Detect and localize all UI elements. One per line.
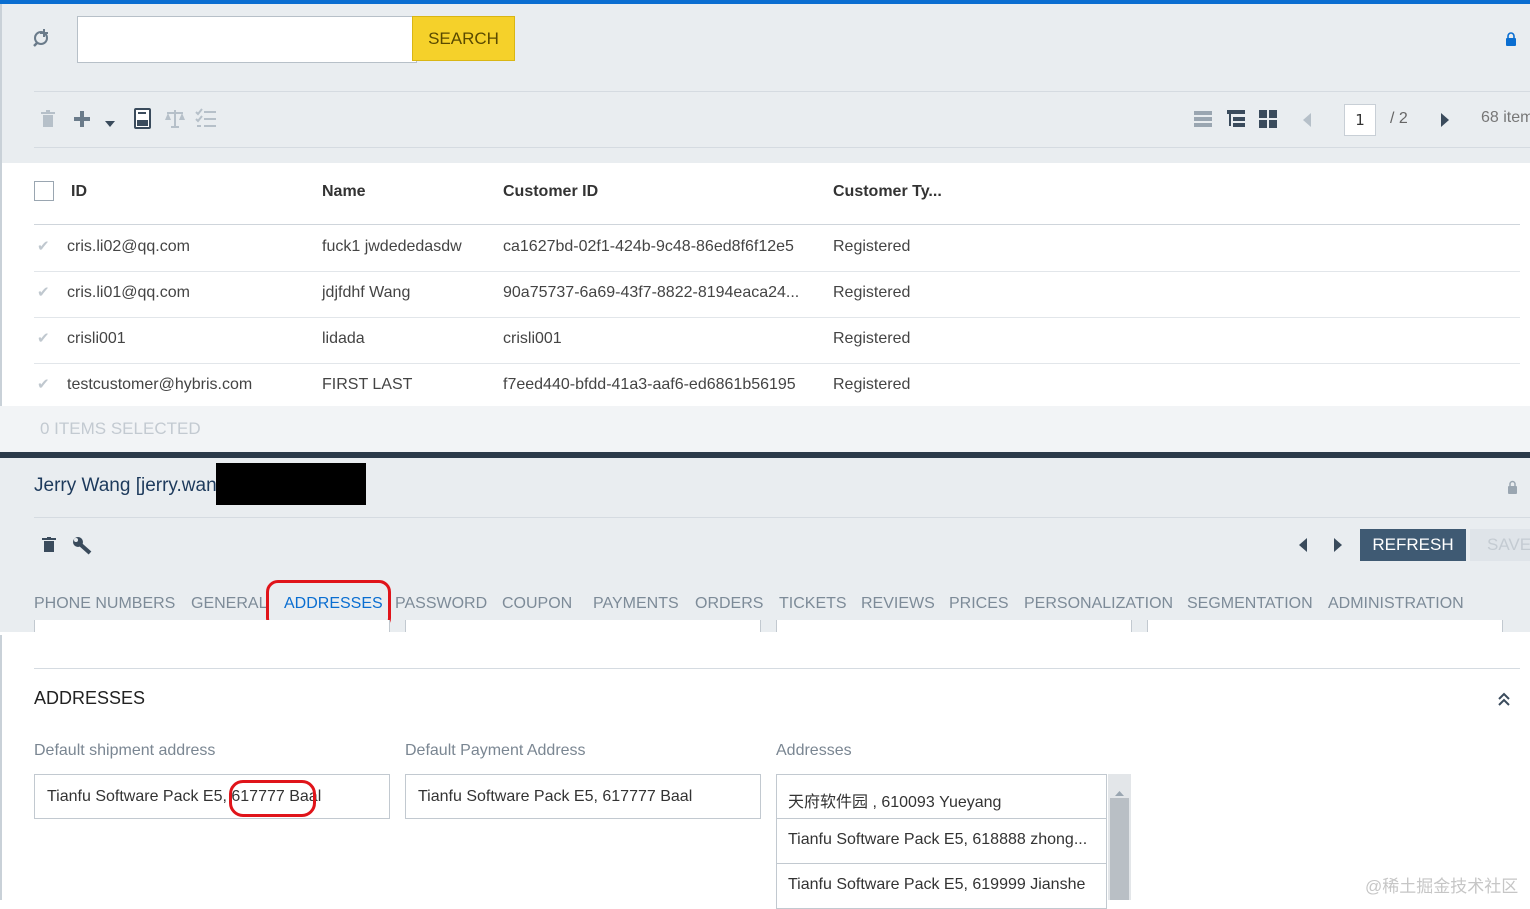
divider (34, 91, 1530, 92)
row-name: lidada (322, 330, 365, 347)
table-row[interactable]: ✔ cris.li01@qq.com jdjfdhf Wang 90a75737… (0, 271, 1530, 317)
tab-coupon[interactable]: COUPON (502, 595, 572, 613)
default-payment-value: Tianfu Software Pack E5, 617777 Baal (418, 788, 693, 805)
tab-general[interactable]: GENERAL (191, 595, 267, 613)
addresses-label: Addresses (776, 742, 852, 759)
items-count: 68 items (1481, 109, 1530, 126)
lock-icon (1505, 31, 1517, 50)
table-row[interactable]: ✔ cris.li02@qq.com fuck1 jwdededasdw ca1… (0, 225, 1530, 271)
save-button[interactable]: SAVE (1470, 529, 1530, 561)
search-input[interactable] (77, 16, 417, 63)
lock-icon (1507, 479, 1518, 498)
address-list-item[interactable]: Tianfu Software Pack E5, 618888 zhong... (776, 819, 1107, 864)
wrench-icon[interactable] (71, 535, 93, 559)
row-customer-id: 90a75737-6a69-43f7-8822-8194eaca24... (503, 284, 800, 301)
select-all-checkbox[interactable] (34, 181, 54, 201)
check-icon: ✔ (37, 375, 50, 393)
row-customer-id: ca1627bd-02f1-424b-9c48-86ed8f6f12e5 (503, 238, 794, 255)
prev-item-icon[interactable] (1298, 537, 1308, 557)
tab-payments[interactable]: PAYMENTS (593, 595, 679, 613)
row-type: Registered (833, 376, 911, 393)
tab-personalization[interactable]: PERSONALIZATION (1024, 595, 1173, 613)
column-header-name[interactable]: Name (322, 183, 366, 201)
grid-view-icon[interactable] (1258, 109, 1278, 133)
default-payment-field[interactable]: Tianfu Software Pack E5, 617777 Baal (405, 774, 761, 819)
collapse-icon[interactable] (1497, 692, 1511, 712)
selection-status-bar (0, 406, 1530, 452)
check-icon: ✔ (37, 283, 50, 301)
row-type: Registered (833, 330, 911, 347)
row-customer-id: f7eed440-bfdd-41a3-aaf6-ed6861b56195 (503, 376, 796, 393)
address-value: Tianfu Software Pack E5, 619999 Jianshe (788, 876, 1086, 893)
plus-icon[interactable] (72, 109, 92, 133)
table-row[interactable]: ✔ testcustomer@hybris.com FIRST LAST f7e… (0, 363, 1530, 406)
divider (34, 517, 1530, 518)
checklist-icon[interactable] (195, 108, 217, 134)
address-scrollbar[interactable] (1108, 774, 1131, 900)
next-page-icon[interactable] (1440, 112, 1450, 132)
column-header-customer-type[interactable]: Customer Ty... (833, 183, 942, 201)
selection-status: 0 ITEMS SELECTED (40, 419, 201, 438)
default-shipment-label: Default shipment address (34, 742, 216, 759)
advanced-search-icon[interactable] (31, 27, 55, 51)
scroll-thumb[interactable] (1110, 798, 1129, 900)
refresh-button[interactable]: REFRESH (1360, 529, 1466, 561)
compare-icon[interactable] (164, 109, 186, 133)
tab-orders[interactable]: ORDERS (695, 595, 763, 613)
check-icon: ✔ (37, 329, 50, 347)
section-title: ADDRESSES (34, 688, 146, 708)
watermark: @稀土掘金技术社区 (1365, 877, 1519, 896)
tab-tickets[interactable]: TICKETS (779, 595, 847, 613)
check-icon: ✔ (37, 237, 50, 255)
editor-title: Jerry Wang [jerry.wan (34, 475, 217, 496)
page-number-input[interactable]: 1 (1344, 104, 1376, 136)
address-list-item[interactable]: Tianfu Software Pack E5, 619999 Jianshe (776, 864, 1107, 909)
tab-administration[interactable]: ADMINISTRATION (1328, 595, 1464, 613)
tab-bar-bottom (0, 632, 1530, 635)
caret-down-icon[interactable] (104, 114, 116, 133)
redaction-block (216, 463, 366, 505)
highlight-ring (229, 780, 316, 817)
address-list-item[interactable]: 天府软件园 , 610093 Yueyang (776, 774, 1107, 819)
row-id: cris.li02@qq.com (67, 238, 190, 255)
row-customer-id: crisli001 (503, 330, 562, 347)
search-button[interactable]: SEARCH (412, 16, 515, 61)
tab-reviews[interactable]: REVIEWS (861, 595, 935, 613)
row-type: Registered (833, 238, 911, 255)
row-type: Registered (833, 284, 911, 301)
tab-segmentation[interactable]: SEGMENTATION (1187, 595, 1313, 613)
row-id: cris.li01@qq.com (67, 284, 190, 301)
row-name: jdjfdhf Wang (322, 284, 411, 301)
row-name: FIRST LAST (322, 376, 413, 393)
list-view-icon[interactable] (1193, 110, 1213, 132)
column-header-id[interactable]: ID (71, 183, 87, 201)
csv-export-icon[interactable] (133, 108, 153, 134)
address-value: Tianfu Software Pack E5, 618888 zhong... (788, 831, 1088, 848)
row-id: testcustomer@hybris.com (67, 376, 253, 393)
prev-page-icon[interactable] (1302, 112, 1312, 132)
trash-icon[interactable] (42, 537, 56, 557)
row-name: fuck1 jwdededasdw (322, 238, 462, 255)
tab-prices[interactable]: PRICES (949, 595, 1009, 613)
trash-icon[interactable] (40, 110, 56, 132)
tab-phone-numbers[interactable]: PHONE NUMBERS (34, 595, 175, 613)
tab-password[interactable]: PASSWORD (395, 595, 487, 613)
page-total: / 2 (1390, 110, 1408, 127)
tree-view-icon[interactable] (1226, 109, 1246, 133)
default-payment-label: Default Payment Address (405, 742, 586, 759)
row-id: crisli001 (67, 330, 126, 347)
default-shipment-field[interactable]: Tianfu Software Pack E5, 617777 Baal (34, 774, 390, 819)
column-header-customer-id[interactable]: Customer ID (503, 183, 598, 201)
section-divider (34, 668, 1520, 669)
divider (34, 147, 1530, 148)
address-value: 天府软件园 , 610093 Yueyang (788, 794, 1002, 811)
table-row[interactable]: ✔ crisli001 lidada crisli001 Registered (0, 317, 1530, 363)
next-item-icon[interactable] (1333, 537, 1343, 557)
